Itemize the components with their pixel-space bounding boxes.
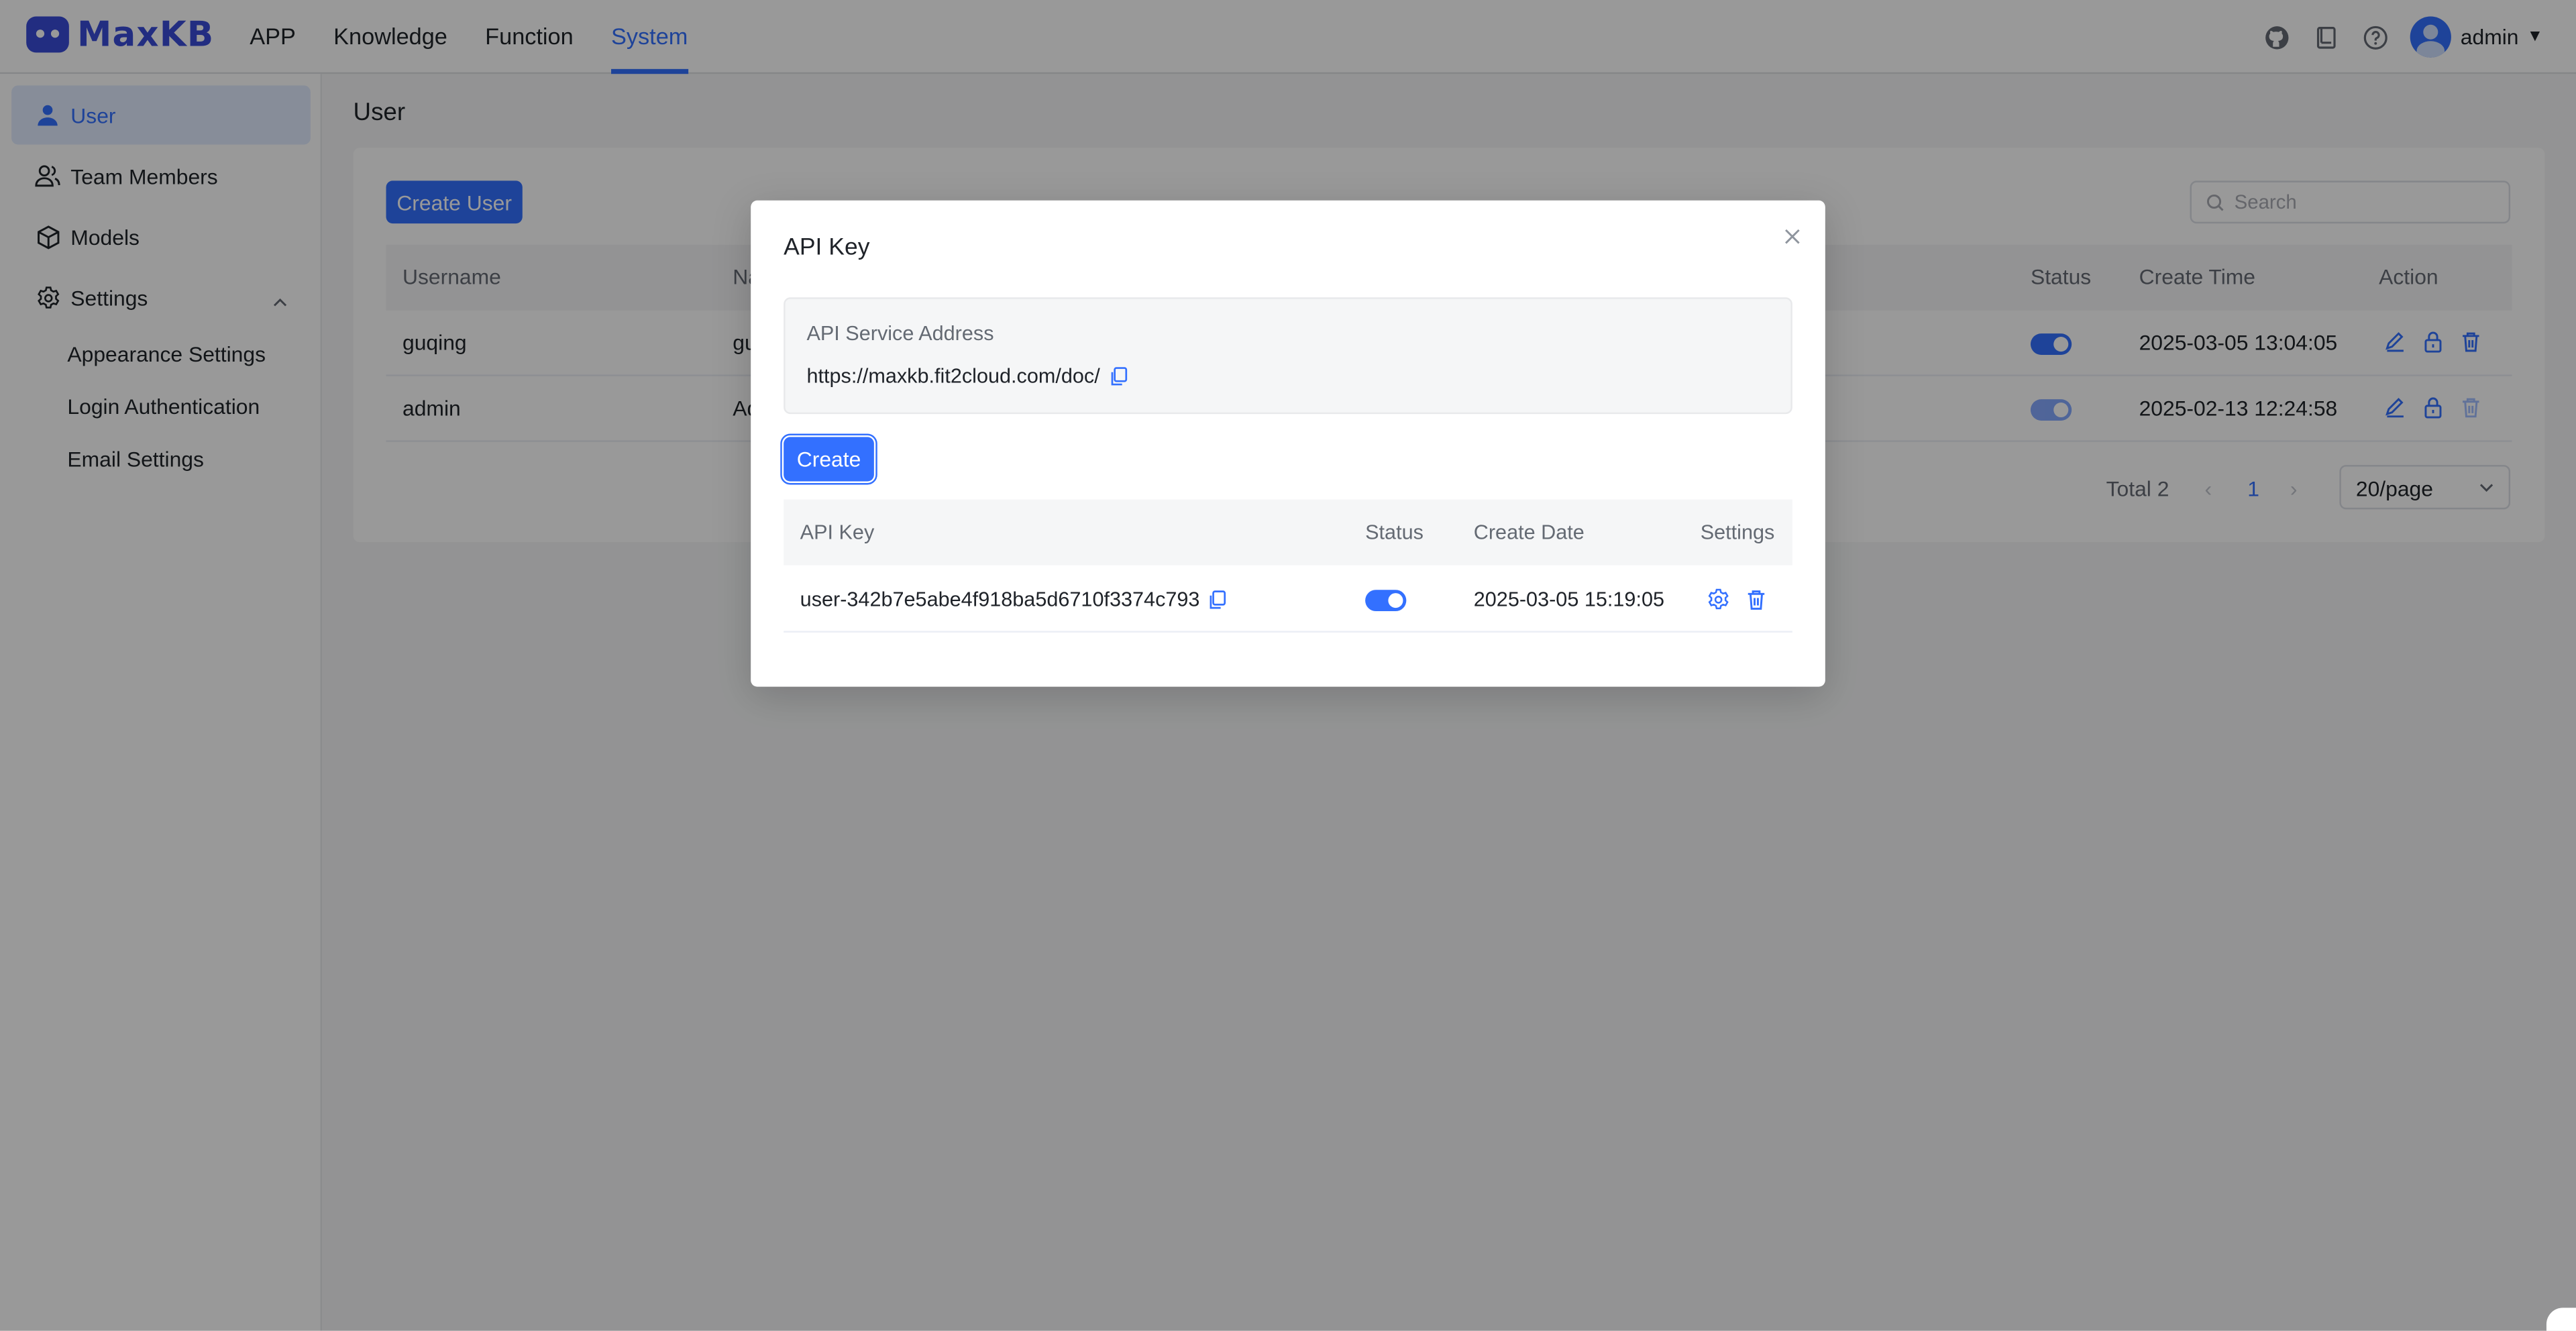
copy-icon[interactable] (1108, 366, 1128, 386)
api-address-label: API Service Address (806, 322, 994, 345)
gear-icon[interactable] (1707, 588, 1730, 611)
column-header-create-date: Create Date (1473, 521, 1585, 544)
api-key-value: user-342b7e5abe4f918ba5d6710f3374c793 (800, 588, 1200, 612)
api-key-dialog: API Key API Service Address https://maxk… (751, 200, 1825, 687)
delete-icon[interactable] (1745, 588, 1768, 611)
copy-icon[interactable] (1208, 590, 1228, 609)
api-key-row: user-342b7e5abe4f918ba5d6710f3374c793 20… (784, 565, 1792, 633)
column-header-settings: Settings (1700, 521, 1775, 544)
cell-create-date: 2025-03-05 15:19:05 (1473, 588, 1665, 612)
close-icon[interactable] (1782, 225, 1802, 245)
column-header-api-key: API Key (800, 521, 875, 544)
api-address-url-text: https://maxkb.fit2cloud.com/doc/ (806, 364, 1100, 388)
api-key-table-header: API Key Status Create Date Settings (784, 499, 1792, 566)
dialog-title: API Key (784, 235, 870, 262)
create-api-key-button[interactable]: Create (780, 433, 877, 485)
column-header-status: Status (1365, 521, 1424, 544)
api-address-box: API Service Address https://maxkb.fit2cl… (784, 297, 1792, 415)
api-key-status-toggle[interactable] (1365, 590, 1407, 612)
api-address-url: https://maxkb.fit2cloud.com/doc/ (806, 365, 1128, 388)
cell-api-key: user-342b7e5abe4f918ba5d6710f3374c793 (800, 588, 1228, 611)
